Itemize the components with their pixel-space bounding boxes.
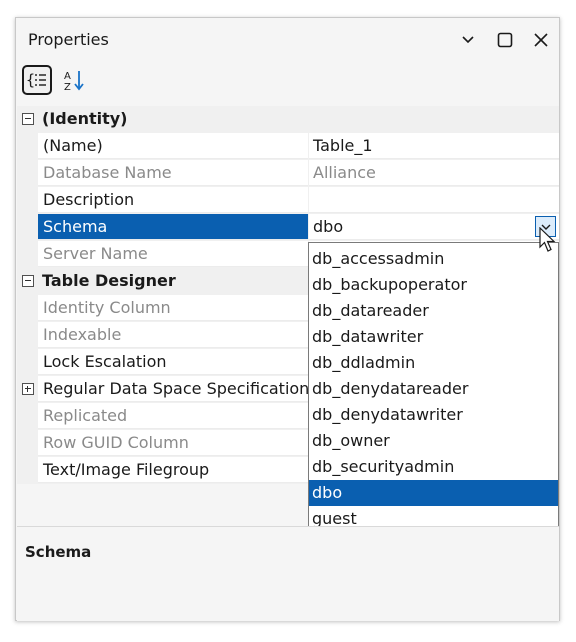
sort-az-icon: A Z bbox=[64, 71, 84, 92]
expand-icon[interactable] bbox=[22, 383, 34, 395]
maximize-icon bbox=[497, 32, 513, 48]
category-row[interactable]: (Identity) bbox=[17, 106, 559, 133]
property-name: Replicated bbox=[38, 403, 308, 429]
categorized-icon: { bbox=[26, 71, 46, 89]
schema-option[interactable]: db_datawriter bbox=[309, 324, 558, 350]
property-value[interactable]: Table_1 bbox=[309, 133, 559, 159]
svg-text:A: A bbox=[64, 71, 71, 82]
category-label: (Identity) bbox=[42, 109, 128, 128]
schema-option[interactable]: dbo bbox=[309, 480, 558, 506]
property-name: Database Name bbox=[38, 160, 308, 186]
schema-option[interactable]: db_owner bbox=[309, 428, 558, 454]
schema-option[interactable]: db_backupoperator bbox=[309, 272, 558, 298]
schema-option[interactable]: db_securityadmin bbox=[309, 454, 558, 480]
maximize-button[interactable] bbox=[490, 28, 520, 52]
mouse-cursor-icon bbox=[539, 227, 556, 252]
property-name: Regular Data Space Specification bbox=[38, 376, 308, 402]
property-name: Text/Image Filegroup bbox=[38, 457, 308, 483]
window-title: Properties bbox=[28, 30, 109, 49]
property-name: Description bbox=[38, 187, 308, 213]
collapse-icon[interactable] bbox=[22, 275, 34, 287]
schema-option[interactable]: db_denydatawriter bbox=[309, 402, 558, 428]
dropdown-menu-button[interactable] bbox=[453, 28, 483, 52]
schema-dropdown-list: db_accessadmin db_backupoperator db_datare… bbox=[308, 242, 559, 536]
property-row[interactable]: Database Name Alliance bbox=[17, 160, 559, 187]
alphabetical-button[interactable]: A Z bbox=[60, 65, 90, 95]
property-value[interactable]: dbo bbox=[309, 214, 559, 240]
description-title: Schema bbox=[25, 543, 92, 561]
svg-text:{: { bbox=[26, 71, 35, 89]
property-name: Identity Column bbox=[38, 295, 308, 321]
property-name: Indexable bbox=[38, 322, 308, 348]
property-name: Server Name bbox=[38, 241, 308, 267]
chevron-down-icon bbox=[462, 36, 474, 44]
property-value[interactable]: Alliance bbox=[309, 160, 559, 186]
close-icon bbox=[534, 33, 548, 47]
property-name: Row GUID Column bbox=[38, 430, 308, 456]
description-panel: Schema bbox=[17, 526, 559, 621]
property-name: Schema bbox=[38, 214, 308, 240]
property-value[interactable] bbox=[309, 187, 559, 213]
property-row[interactable]: (Name) Table_1 bbox=[17, 133, 559, 160]
schema-option[interactable]: db_accessadmin bbox=[309, 246, 558, 272]
property-row[interactable]: Description bbox=[17, 187, 559, 214]
title-bar: Properties bbox=[16, 18, 559, 62]
categorized-button[interactable]: { bbox=[22, 65, 52, 95]
schema-option[interactable]: db_ddladmin bbox=[309, 350, 558, 376]
close-button[interactable] bbox=[526, 28, 556, 52]
collapse-icon[interactable] bbox=[22, 113, 34, 125]
category-label: Table Designer bbox=[42, 271, 176, 290]
svg-text:Z: Z bbox=[64, 82, 71, 92]
property-row[interactable]: Schema dbo bbox=[17, 214, 559, 241]
properties-window: Properties {A Z (Identity) (Name) Table… bbox=[15, 17, 560, 621]
property-name: (Name) bbox=[38, 133, 308, 159]
schema-option[interactable]: db_datareader bbox=[309, 298, 558, 324]
schema-option[interactable]: db_denydatareader bbox=[309, 376, 558, 402]
property-name: Lock Escalation bbox=[38, 349, 308, 375]
